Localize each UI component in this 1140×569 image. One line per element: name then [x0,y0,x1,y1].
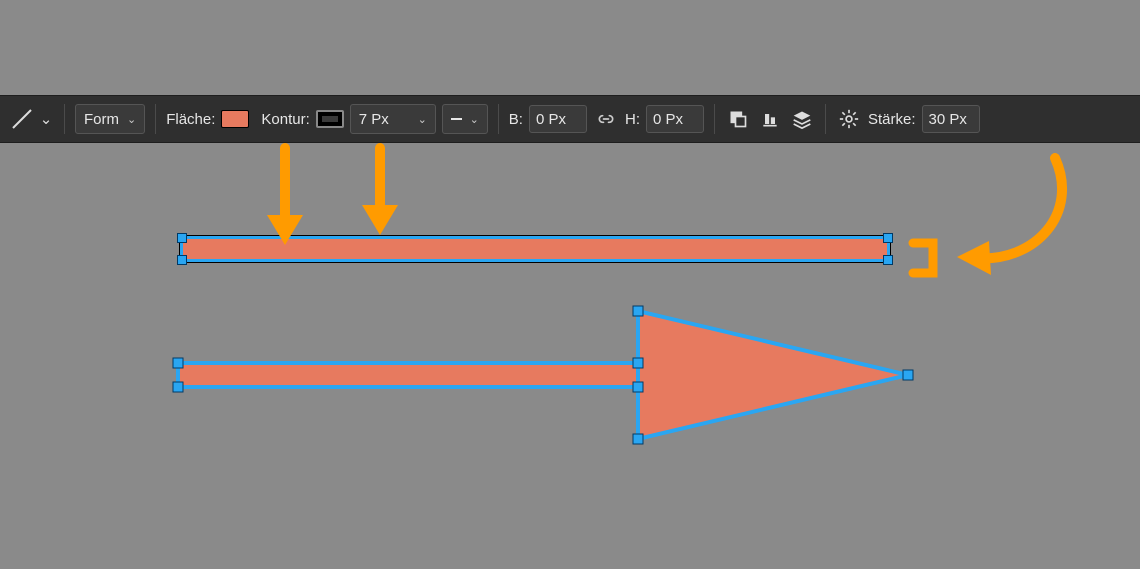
stroke-label: Kontur: [261,111,309,128]
stroke-color-swatch[interactable] [316,110,344,128]
line-thickness-value: 30 Px [929,111,967,128]
height-label: H: [625,111,640,128]
chevron-down-icon: ⌄ [127,113,136,126]
separator [714,104,715,134]
path-ops-icon [728,109,748,129]
shape-options-button[interactable] [836,106,862,132]
align-icon [760,109,780,129]
fill-color-swatch[interactable] [221,110,249,128]
path-operations-button[interactable] [725,106,751,132]
shape-width-input[interactable]: 0 Px [529,105,587,133]
chevron-down-icon: ⌄ [418,113,427,126]
chevron-down-icon: ⌄ [470,113,479,126]
selection-handle[interactable] [883,255,893,265]
stroke-style-solid-icon [451,118,462,120]
stroke-width-dropdown[interactable]: 7 Px ⌄ [350,104,436,134]
selection-handle[interactable] [177,255,187,265]
separator [155,104,156,134]
path-arrangement-button[interactable] [789,106,815,132]
line-shape-selected[interactable] [180,236,890,262]
width-label: B: [509,111,523,128]
tool-mode-value: Form [84,111,119,128]
document-canvas[interactable] [0,143,1140,569]
shape-tool-options-bar: ⌄ Form ⌄ Fläche: Kontur: 7 Px ⌄ ⌄ B: 0 P… [0,95,1140,143]
shape-height-value: 0 Px [653,111,683,128]
shape-height-input[interactable]: 0 Px [646,105,704,133]
line-tool-icon[interactable] [10,107,34,131]
annotation-arrow [350,143,410,243]
link-width-height-toggle[interactable] [593,106,619,132]
link-icon [596,109,616,129]
stack-icon [792,109,812,129]
separator [64,104,65,134]
annotation-arrow-curved [905,153,1085,303]
tool-mode-dropdown[interactable]: Form ⌄ [75,104,145,134]
selection-handle[interactable] [177,233,187,243]
line-thickness-input[interactable]: 30 Px [922,105,980,133]
chevron-down-icon: ⌄ [40,110,53,128]
gear-icon [839,109,859,129]
path-alignment-button[interactable] [757,106,783,132]
selection-handle[interactable] [883,233,893,243]
fill-label: Fläche: [166,111,215,128]
arrow-shape-selected[interactable] [170,303,930,483]
separator [825,104,826,134]
stroke-style-dropdown[interactable]: ⌄ [442,104,488,134]
line-thickness-label: Stärke: [868,111,916,128]
separator [498,104,499,134]
stroke-width-value: 7 Px [359,111,389,128]
tool-preset-dropdown[interactable]: ⌄ [38,106,54,132]
shape-width-value: 0 Px [536,111,566,128]
